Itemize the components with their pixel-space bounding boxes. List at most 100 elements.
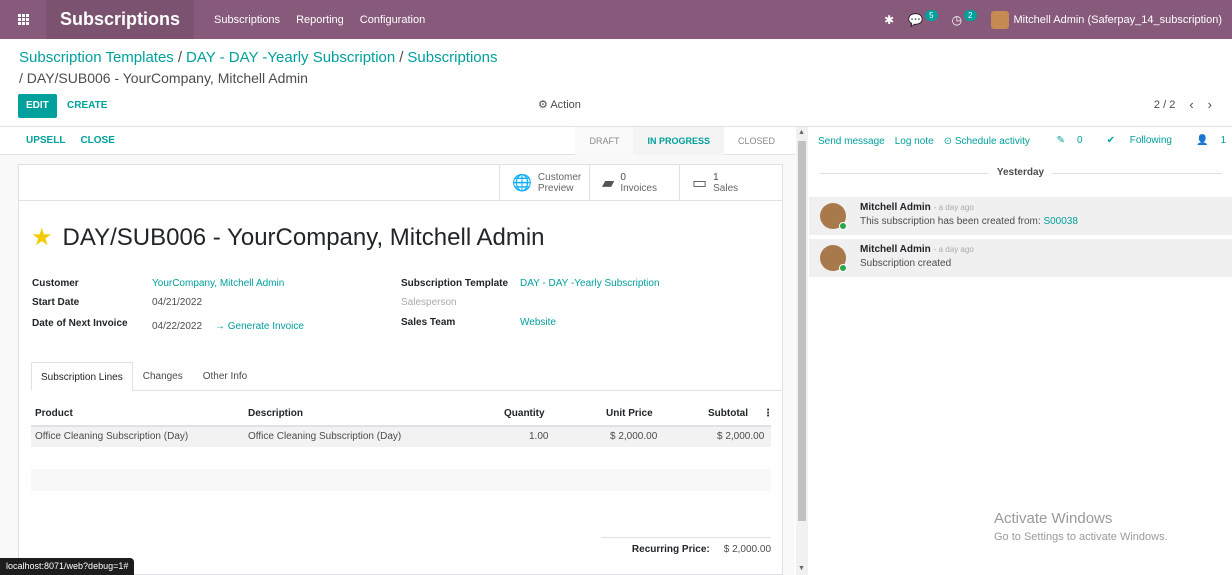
customer-label: Customer	[32, 278, 79, 289]
smart-buttons: 🌐 Customer Preview ▰ 0 Invoices ▭ 1 Sale…	[19, 165, 782, 201]
message-author: Mitchell Admin - a day ago	[860, 202, 974, 213]
breadcrumb-templates[interactable]: Subscription Templates	[19, 49, 174, 66]
customer-field[interactable]: YourCompany, Mitchell Admin	[152, 278, 284, 289]
edit-button[interactable]: EDIT	[18, 94, 57, 118]
online-status-icon	[839, 222, 847, 230]
chatter-message[interactable]: Mitchell Admin - a day ago This subscript…	[809, 197, 1232, 235]
star-icon[interactable]: ★	[31, 223, 53, 252]
scroll-up-icon[interactable]: ▲	[798, 129, 805, 136]
customer-preview-button[interactable]: 🌐 Customer Preview	[499, 165, 589, 201]
menu-configuration[interactable]: Configuration	[360, 14, 425, 26]
breadcrumb-template[interactable]: DAY - DAY -Yearly Subscription	[186, 49, 395, 66]
tab-changes[interactable]: Changes	[133, 361, 193, 390]
attachments-button[interactable]: ✎ 0	[1045, 135, 1083, 146]
stage-pipeline: DRAFT IN PROGRESS CLOSED	[575, 127, 789, 155]
message-body: This subscription has been created from:…	[860, 216, 1078, 227]
tab-subscription-lines[interactable]: Subscription Lines	[31, 362, 133, 391]
col-description[interactable]: Description	[248, 408, 303, 419]
followers-button[interactable]: 👤 1	[1184, 135, 1226, 146]
clock-icon: ◷	[951, 12, 963, 27]
sales-button[interactable]: ▭ 1 Sales	[679, 165, 782, 201]
invoices-button[interactable]: ▰ 0 Invoices	[589, 165, 679, 201]
next-invoice-field[interactable]: 04/22/2022	[152, 321, 202, 332]
lines-table-header: Product Description Quantity Unit Price …	[31, 401, 773, 427]
breadcrumb-subscriptions[interactable]: Subscriptions	[407, 49, 497, 66]
following-button[interactable]: ✔ Following	[1095, 135, 1172, 146]
pager-value[interactable]: 2 / 2	[1154, 99, 1175, 111]
control-panel: Subscription Templates / DAY - DAY -Yearly…	[0, 39, 1232, 127]
top-menu: Subscriptions Reporting Configuration	[214, 14, 441, 26]
status-url: localhost:8071/web?debug=1#	[0, 558, 135, 575]
breadcrumb-current: / DAY/SUB006 - YourCompany, Mitchell Adm…	[19, 70, 308, 86]
arrow-right-icon: →	[215, 321, 225, 332]
tab-other-info[interactable]: Other Info	[193, 361, 257, 390]
schedule-activity-label: Schedule activity	[954, 135, 1030, 147]
chatter-message[interactable]: Mitchell Admin - a day ago Subscription c…	[809, 239, 1232, 277]
online-status-icon	[839, 264, 847, 272]
stage-in-progress[interactable]: IN PROGRESS	[633, 127, 724, 155]
next-invoice-label: Date of Next Invoice	[32, 318, 128, 329]
message-text: This subscription has been created from:	[860, 216, 1044, 227]
form-scrollbar[interactable]: ▲ ▼	[796, 127, 808, 575]
apps-menu-icon[interactable]	[0, 0, 46, 39]
bug-icon[interactable]: ✱	[884, 13, 894, 27]
line-subtotal: $ 2,000.00	[717, 431, 765, 442]
record-title-row: ★ DAY/SUB006 - YourCompany, Mitchell Adm…	[31, 223, 545, 252]
followers-count: 1	[1220, 135, 1226, 146]
day-separator: Yesterday	[809, 167, 1232, 178]
top-navbar: Subscriptions Subscriptions Reporting Co…	[0, 0, 1232, 39]
send-message-button[interactable]: Send message	[818, 136, 885, 147]
stage-draft[interactable]: DRAFT	[575, 127, 634, 155]
sales-team-field[interactable]: Website	[520, 317, 556, 328]
line-description: Office Cleaning Subscription (Day)	[248, 431, 402, 442]
chatter: Send message Log note ⊙ Schedule activit…	[809, 127, 1232, 575]
gear-icon: ⚙	[538, 99, 548, 111]
log-note-button[interactable]: Log note	[895, 136, 934, 147]
col-product[interactable]: Product	[35, 408, 73, 419]
watermark-line2: Go to Settings to activate Windows.	[994, 531, 1168, 543]
message-date: - a day ago	[933, 245, 974, 254]
scroll-thumb[interactable]	[798, 141, 806, 521]
generate-invoice-link[interactable]: → Generate Invoice	[215, 321, 304, 332]
avatar[interactable]	[820, 245, 847, 272]
user-menu[interactable]: Mitchell Admin (Saferpay_14_subscription…	[1014, 14, 1223, 26]
stage-closed[interactable]: CLOSED	[724, 127, 789, 155]
close-button[interactable]: CLOSE	[80, 135, 114, 146]
schedule-activity-button[interactable]: ⊙ Schedule activity	[944, 136, 1030, 147]
line-unit-price: $ 2,000.00	[610, 431, 658, 442]
action-label: Action	[550, 99, 581, 111]
action-dropdown[interactable]: ⚙ Action	[538, 98, 581, 111]
menu-subscriptions[interactable]: Subscriptions	[214, 14, 280, 26]
menu-reporting[interactable]: Reporting	[296, 14, 344, 26]
invoice-icon: ▰	[602, 174, 615, 192]
avatar[interactable]	[820, 203, 847, 230]
activities-badge: 2	[964, 10, 977, 21]
systray: ✱ 💬 5 ◷ 2 Mitchell Admin (Saferpay_14_su…	[884, 0, 1232, 39]
col-unit-price[interactable]: Unit Price	[606, 408, 653, 419]
app-name[interactable]: Subscriptions	[46, 0, 195, 39]
chatter-topbar: Send message Log note ⊙ Schedule activit…	[809, 127, 1232, 155]
notebook-tabs: Subscription Lines Changes Other Info	[31, 361, 782, 391]
template-field[interactable]: DAY - DAY -Yearly Subscription	[520, 278, 660, 289]
message-author-name: Mitchell Admin	[860, 244, 931, 255]
recurring-label: Recurring Price:	[631, 544, 710, 555]
card-icon: ▭	[692, 174, 708, 192]
messages-button[interactable]: 💬 5	[908, 10, 938, 27]
attachments-count: 0	[1077, 135, 1083, 146]
upsell-button[interactable]: UPSELL	[26, 135, 65, 146]
scroll-down-icon[interactable]: ▼	[798, 565, 805, 572]
col-subtotal[interactable]: Subtotal	[708, 408, 748, 419]
previous-icon[interactable]: ‹	[1189, 97, 1193, 112]
start-date-field[interactable]: 04/21/2022	[152, 297, 202, 308]
next-icon[interactable]: ›	[1208, 97, 1212, 112]
watermark-line1: Activate Windows	[994, 510, 1113, 527]
col-quantity[interactable]: Quantity	[504, 408, 545, 419]
table-row[interactable]: Office Cleaning Subscription (Day) Offic…	[31, 427, 771, 447]
recurring-value: $ 2,000.00	[723, 544, 771, 555]
activities-button[interactable]: ◷ 2	[951, 10, 977, 27]
avatar[interactable]	[990, 10, 1009, 29]
message-ref-link[interactable]: S00038	[1043, 216, 1077, 227]
create-button[interactable]: CREATE	[67, 94, 107, 118]
clock-icon: ⊙	[943, 135, 953, 147]
column-options-icon[interactable]: ⋮	[763, 408, 773, 419]
